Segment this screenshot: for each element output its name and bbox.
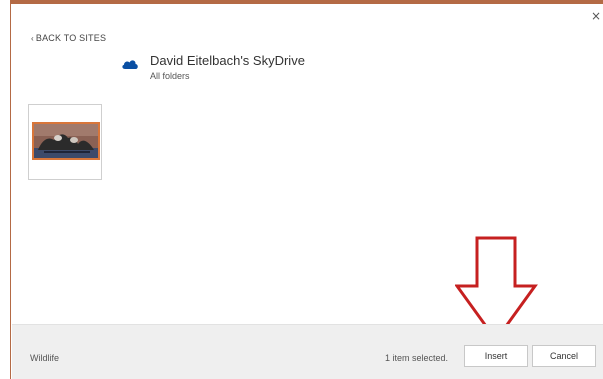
dialog-footer: Wildlife 1 item selected. Insert Cancel [12, 324, 603, 379]
cancel-button[interactable]: Cancel [532, 345, 596, 367]
selection-status: 1 item selected. [385, 353, 449, 363]
location-title: David Eitelbach's SkyDrive [150, 53, 305, 68]
wildlife-photo [32, 122, 100, 160]
selected-file-name: Wildlife [30, 353, 60, 363]
file-thumbnail-wildlife[interactable] [28, 104, 102, 180]
skydrive-cloud-icon [122, 60, 138, 69]
dialog-top-border [0, 0, 603, 4]
chevron-left-icon: ‹ [31, 34, 34, 43]
back-to-sites-link[interactable]: ‹ BACK TO SITES [31, 33, 106, 43]
wildlife-photo-image [34, 124, 98, 158]
close-icon[interactable]: × [591, 10, 601, 22]
dialog-left-border [0, 0, 11, 379]
insert-file-dialog: × ‹ BACK TO SITES David Eitelbach's SkyDr… [0, 0, 603, 379]
insert-button[interactable]: Insert [464, 345, 528, 367]
back-to-sites-label: BACK TO SITES [35, 33, 107, 43]
all-folders-link[interactable]: All folders [150, 71, 190, 81]
